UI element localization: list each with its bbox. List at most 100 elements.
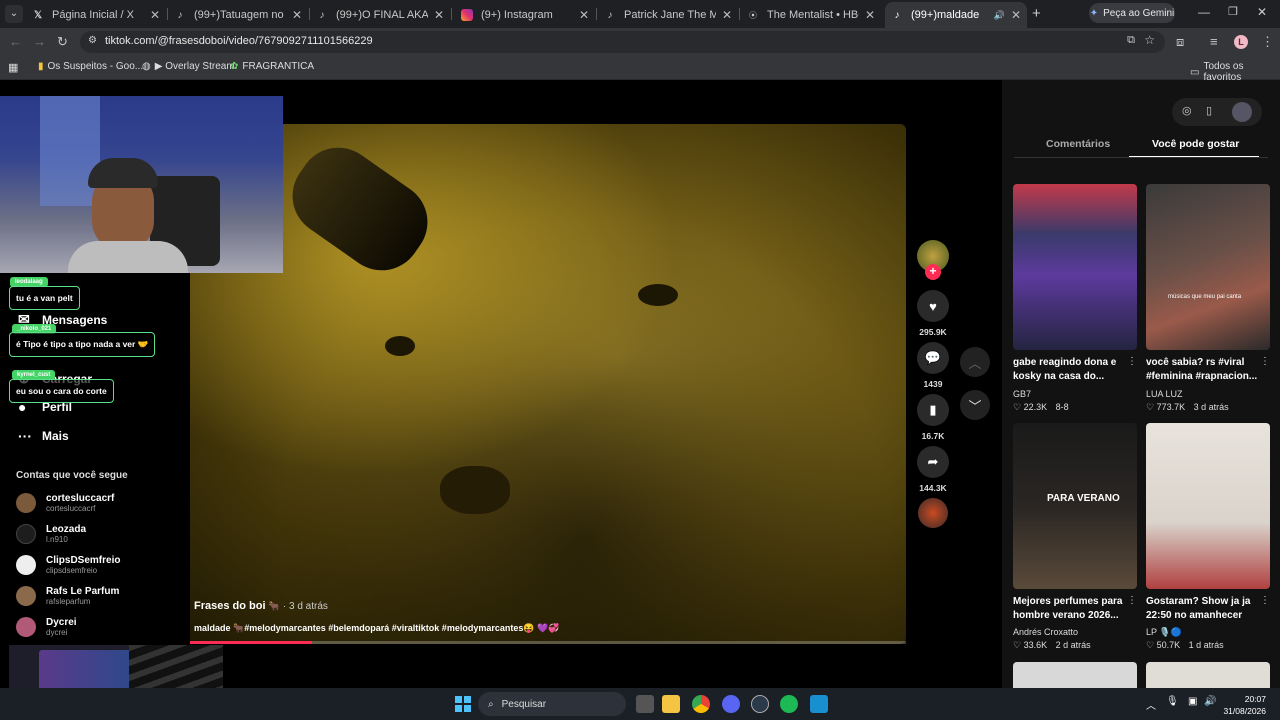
new-tab-button[interactable]: + — [1032, 5, 1041, 22]
right-panel-toolbar: ◎ ▯ — [1172, 98, 1262, 126]
video-card-thumbnail[interactable]: PARA VERANO — [1013, 423, 1137, 589]
tab-instagram[interactable]: (9+) Instagram ✕ — [455, 2, 595, 28]
close-icon[interactable]: ✕ — [1011, 8, 1021, 22]
following-account[interactable]: cortesluccacrf cortesluccacrf — [16, 490, 114, 516]
follow-plus-icon[interactable]: + — [925, 264, 941, 280]
minimize-button[interactable]: — — [1198, 5, 1210, 19]
tab-x[interactable]: 𝕏 Página Inicial / X ✕ — [26, 2, 166, 28]
video-card-thumbnail[interactable] — [1146, 662, 1270, 688]
spotify-icon[interactable] — [780, 695, 798, 713]
close-window-button[interactable]: ✕ — [1257, 5, 1267, 19]
app-icon[interactable] — [810, 695, 828, 713]
network-icon[interactable]: ▣ — [1188, 696, 1197, 707]
close-icon[interactable]: ✕ — [434, 8, 444, 22]
apps-icon[interactable]: ▦ — [8, 61, 18, 74]
compass-icon[interactable]: ◎ — [1182, 104, 1192, 117]
chrome-icon[interactable] — [692, 695, 710, 713]
reading-list-icon[interactable]: ≡ — [1210, 34, 1218, 50]
more-options-icon[interactable]: ⋮ — [1260, 356, 1270, 367]
video-author[interactable]: Frases do boi 🐂 · 3 d atrás — [194, 600, 328, 612]
previous-video-button[interactable]: ︿ — [960, 347, 990, 377]
bookmark-star-icon[interactable]: ☆ — [1144, 33, 1155, 47]
following-account[interactable]: Dycrei dycrei — [16, 614, 77, 640]
thumbnail-caption: músicas que meu pai canta — [1168, 294, 1242, 300]
start-button[interactable] — [455, 696, 471, 712]
save-button[interactable]: ▮ — [917, 394, 949, 426]
video-player[interactable] — [190, 124, 906, 644]
tiktok-page: ✉ Mensagens ⊕ Carregar ● Perfil ··· Mais… — [0, 80, 1280, 688]
folder-icon: ▮ — [38, 61, 44, 72]
taskbar-clock[interactable]: 20:07 31/08/2026 — [1218, 693, 1266, 717]
video-card-title[interactable]: Gostaram? Show ja ja 22:50 no amanhecer — [1146, 595, 1260, 623]
tab-you-may-like[interactable]: Você pode gostar — [1152, 138, 1239, 150]
video-progress-bar[interactable] — [190, 641, 906, 644]
video-card-author[interactable]: Andrés Croxatto — [1013, 627, 1078, 637]
bookmark-overlay-stream[interactable]: ◍ ▶ Overlay Stream — [142, 61, 235, 72]
tab-tiktok-final[interactable]: ♪ (99+)O FINAL AKAKKAKAK ✕ — [310, 2, 450, 28]
extensions-icon[interactable]: ⧈ — [1176, 34, 1184, 50]
tab-hbo[interactable]: ⦿ The Mentalist • HBO Max ✕ — [741, 2, 881, 28]
nav-more[interactable]: ··· Mais — [18, 428, 69, 444]
video-card-title[interactable]: você sabia? rs #viral #feminina #rapnaci… — [1146, 356, 1260, 384]
taskbar-search[interactable]: ⌕ Pesquisar — [478, 692, 626, 716]
bookmark-os-suspeitos[interactable]: ▮ Os Suspeitos - Goo... — [38, 61, 143, 72]
volume-icon[interactable]: 🔊 — [1204, 696, 1216, 707]
tab-patrick-jane[interactable]: ♪ Patrick Jane The Mentalist ✕ — [598, 2, 738, 28]
speaker-icon[interactable]: 🔊 — [994, 10, 1005, 21]
more-options-icon[interactable]: ⋮ — [1260, 595, 1270, 606]
tab-search-button[interactable]: ⌄ — [5, 5, 23, 23]
more-options-icon[interactable]: ⋮ — [1127, 595, 1137, 606]
video-card-author[interactable]: LP 🎙️🔵 — [1146, 627, 1182, 638]
url-text: tiktok.com/@frasesdoboi/video/7679092711… — [105, 35, 373, 47]
chevron-up-icon: ︿ — [968, 355, 982, 371]
video-card-author[interactable]: LUA LUZ — [1146, 389, 1183, 399]
following-account[interactable]: Leozada l.n910 — [16, 521, 86, 547]
close-icon[interactable]: ✕ — [865, 8, 875, 22]
task-view-icon[interactable] — [636, 695, 654, 713]
like-button[interactable]: ♥ — [917, 290, 949, 322]
following-title: Contas que você segue — [16, 470, 128, 481]
tab-tiktok-tatuagem[interactable]: ♪ (99+)Tatuagem no braço: ✕ — [168, 2, 308, 28]
close-icon[interactable]: ✕ — [579, 8, 589, 22]
discord-icon[interactable] — [722, 695, 740, 713]
video-card-author[interactable]: GB7 — [1013, 389, 1031, 399]
site-info-icon[interactable]: ⚙ — [88, 35, 97, 46]
video-card-title[interactable]: Mejores perfumes para hombre verano 2026… — [1013, 595, 1127, 623]
video-card-thumbnail[interactable] — [1013, 184, 1137, 350]
video-progress-fill — [190, 641, 312, 644]
video-card-thumbnail[interactable] — [1146, 423, 1270, 589]
tab-maldade[interactable]: ♪ (99+)maldade 🔊 ✕ — [885, 2, 1027, 28]
next-video-button[interactable]: ﹀ — [960, 390, 990, 420]
menu-icon[interactable]: ⋮ — [1261, 34, 1274, 50]
phone-icon[interactable]: ▯ — [1206, 104, 1212, 117]
microphone-icon[interactable]: 🎙 — [1166, 696, 1179, 707]
more-options-icon[interactable]: ⋮ — [1127, 356, 1137, 367]
cast-icon[interactable]: ⧉ — [1127, 34, 1135, 47]
video-card-title[interactable]: gabe reagindo dona e kosky na casa do... — [1013, 356, 1127, 384]
video-card-meta: ♡ 22.3K 8-8 — [1013, 402, 1069, 412]
close-icon[interactable]: ✕ — [150, 8, 160, 22]
video-card-thumbnail[interactable]: músicas que meu pai canta — [1146, 184, 1270, 350]
video-card-thumbnail[interactable] — [1013, 662, 1137, 688]
chevron-up-icon[interactable]: ︿ — [1146, 697, 1156, 712]
profile-avatar[interactable]: L — [1234, 35, 1248, 49]
close-icon[interactable]: ✕ — [722, 8, 732, 22]
reload-icon[interactable]: ↻ — [57, 34, 68, 50]
bookmark-fragrantica[interactable]: ✿ FRAGRANTICA — [230, 61, 314, 72]
close-icon[interactable]: ✕ — [292, 8, 302, 22]
maximize-button[interactable]: ❐ — [1228, 5, 1238, 18]
back-icon[interactable]: ← — [9, 34, 22, 50]
gemini-button[interactable]: ✦ Peça ao Gemini — [1089, 3, 1175, 23]
following-account[interactable]: Rafs Le Parfum rafsleparfum — [16, 583, 119, 609]
file-explorer-icon[interactable] — [662, 695, 680, 713]
following-account[interactable]: ClipsDSemfreio clipsdsemfreio — [16, 552, 120, 578]
comment-button[interactable]: 💬 — [917, 342, 949, 374]
steam-icon[interactable] — [751, 695, 769, 713]
share-button[interactable]: ➦ — [917, 446, 949, 478]
share-icon: ➦ — [927, 454, 939, 469]
tab-comments[interactable]: Comentários — [1046, 138, 1110, 150]
address-bar[interactable]: ⚙ tiktok.com/@frasesdoboi/video/76790927… — [80, 31, 1165, 53]
avatar[interactable] — [1232, 102, 1252, 122]
forward-icon[interactable]: → — [33, 34, 46, 50]
music-disc[interactable] — [918, 498, 948, 528]
